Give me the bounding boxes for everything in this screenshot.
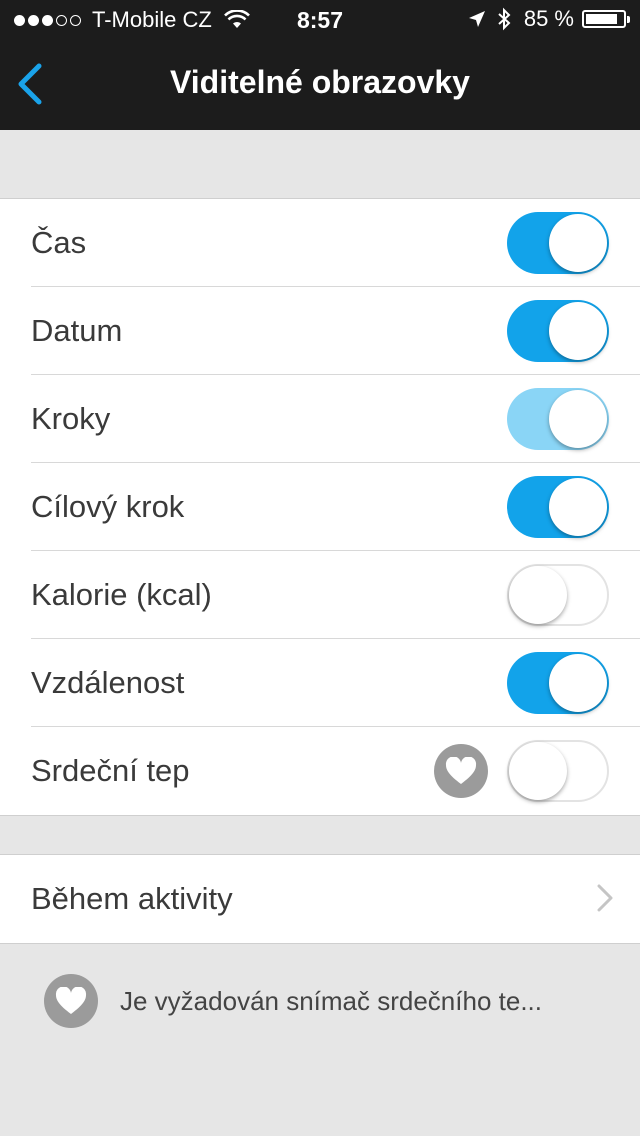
screen-label: Srdeční tep [31,753,190,788]
list-item: Datum [0,287,640,375]
list-item: Vzdálenost [0,639,640,727]
heart-icon [44,974,98,1028]
heart-icon [434,744,488,798]
battery-nub [627,16,630,23]
chevron-right-icon [597,884,613,912]
toggle-switch[interactable] [507,564,609,626]
screen-label: Kroky [31,401,111,436]
toggle-knob [509,566,567,624]
list-item: Cílový krok [0,463,640,551]
toggle-switch[interactable] [507,388,609,450]
list-item: Kroky [0,375,640,463]
battery-icon [582,10,630,28]
status-right: 85 % [468,6,630,32]
toggle-knob [549,478,607,536]
toggle-switch[interactable] [507,476,609,538]
screen-label: Čas [31,225,87,260]
list-item: Srdeční tep [0,727,640,815]
screen-label: Cílový krok [31,489,185,524]
heart-glyph [55,987,87,1014]
activity-label: Během aktivity [31,881,233,916]
toggle-switch[interactable] [507,740,609,802]
top-bar: T-Mobile CZ 8:57 85 % Viditelné obrazovk… [0,0,640,130]
screen-label: Datum [31,313,123,348]
toggle-switch[interactable] [507,300,609,362]
footer-note-text: Je vyžadován snímač srdečního te... [120,985,542,1016]
activity-row[interactable]: Během aktivity [0,855,640,943]
battery-fill [586,14,617,24]
list-item: Čas [0,199,640,287]
toggle-switch[interactable] [507,652,609,714]
heart-glyph [445,757,477,784]
screen-label: Vzdálenost [31,665,185,700]
battery-percent: 85 % [523,6,574,31]
toggle-knob [549,214,607,272]
activity-section: Během aktivity [0,854,640,944]
footer-note: Je vyžadován snímač srdečního te... [44,974,542,1028]
list-item: Kalorie (kcal) [0,551,640,639]
location-arrow-icon [468,11,485,27]
toggle-knob [549,654,607,712]
toggle-knob [509,742,567,800]
screens-list: Čas Datum Kroky Cílový krok Kalorie (kca… [0,198,640,816]
toggle-switch[interactable] [507,212,609,274]
screen-label: Kalorie (kcal) [31,577,212,612]
toggle-knob [549,390,607,448]
bluetooth-icon [498,7,511,31]
status-bar: T-Mobile CZ 8:57 85 % [0,0,640,40]
toggle-knob [549,302,607,360]
page-title: Viditelné obrazovky [170,64,470,100]
